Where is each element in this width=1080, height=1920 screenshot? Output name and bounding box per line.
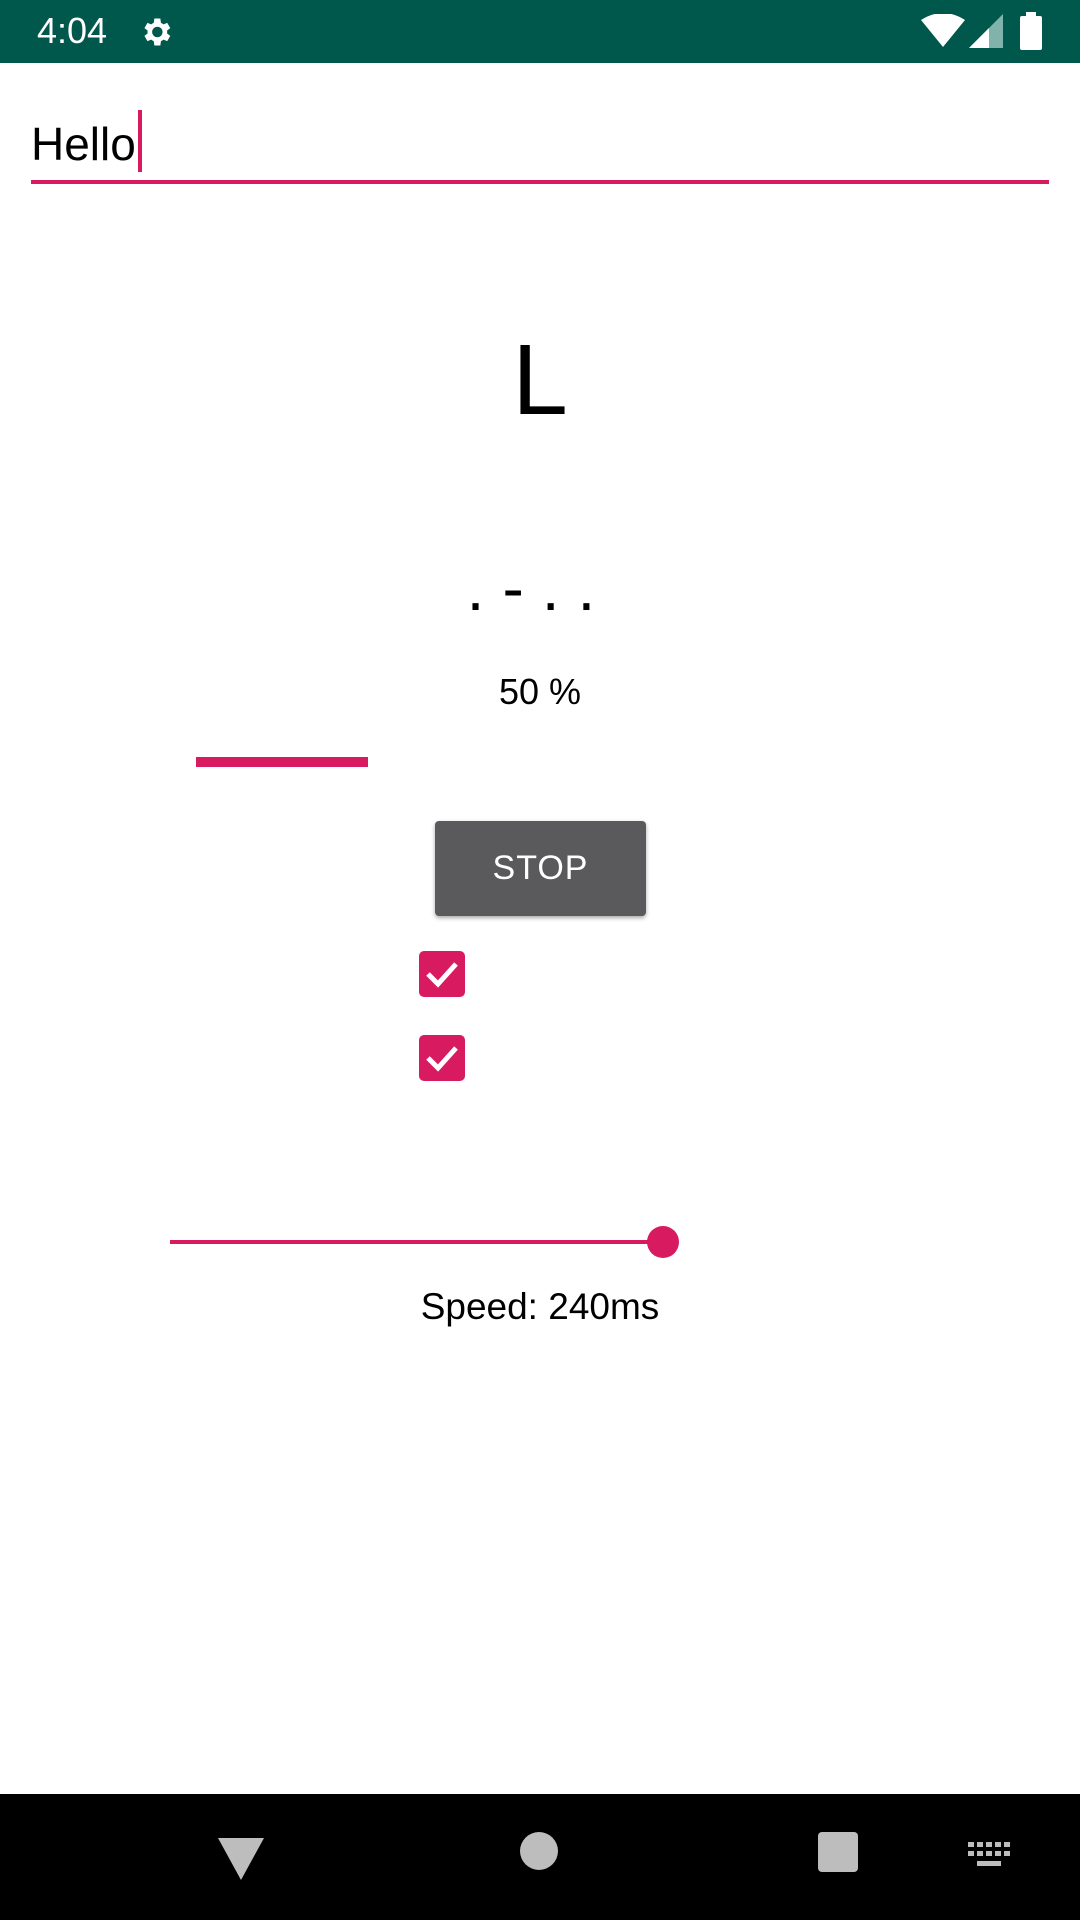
checkbox-1[interactable]: [419, 951, 465, 997]
battery-icon: [1020, 12, 1042, 50]
check-icon: [426, 962, 458, 988]
signal-icon: [969, 14, 1003, 48]
text-cursor: [138, 110, 142, 172]
status-bar: 4:04: [0, 0, 1080, 63]
message-input-value: Hello: [31, 118, 136, 170]
status-time: 4:04: [37, 10, 108, 51]
speed-slider-thumb[interactable]: [647, 1226, 679, 1258]
current-letter: L: [512, 324, 568, 436]
progress-label: 50 %: [498, 671, 582, 712]
message-input[interactable]: [31, 100, 1049, 184]
back-icon[interactable]: [218, 1838, 264, 1880]
check-icon: [426, 1046, 458, 1072]
wifi-icon: [921, 14, 965, 47]
progress-bar: [196, 757, 540, 767]
home-icon[interactable]: [520, 1832, 558, 1870]
checkbox-2[interactable]: [419, 1035, 465, 1081]
recents-icon[interactable]: [818, 1832, 858, 1872]
speed-label: Speed: 240ms: [420, 1286, 660, 1327]
speed-slider-track[interactable]: [170, 1240, 663, 1244]
navigation-bar: [0, 1794, 1080, 1920]
morse-code: .-..: [466, 552, 614, 624]
keyboard-icon[interactable]: [968, 1842, 1010, 1868]
progress-fill: [196, 757, 368, 767]
gear-icon: [144, 18, 171, 46]
stop-button[interactable]: STOP: [435, 821, 646, 916]
